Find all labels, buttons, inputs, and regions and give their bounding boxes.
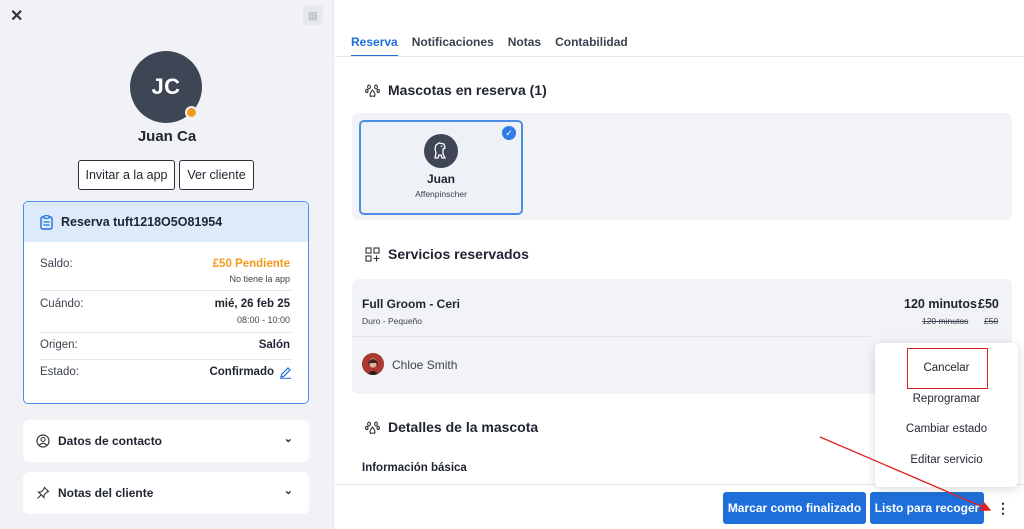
annotation-arrow [819, 436, 992, 512]
